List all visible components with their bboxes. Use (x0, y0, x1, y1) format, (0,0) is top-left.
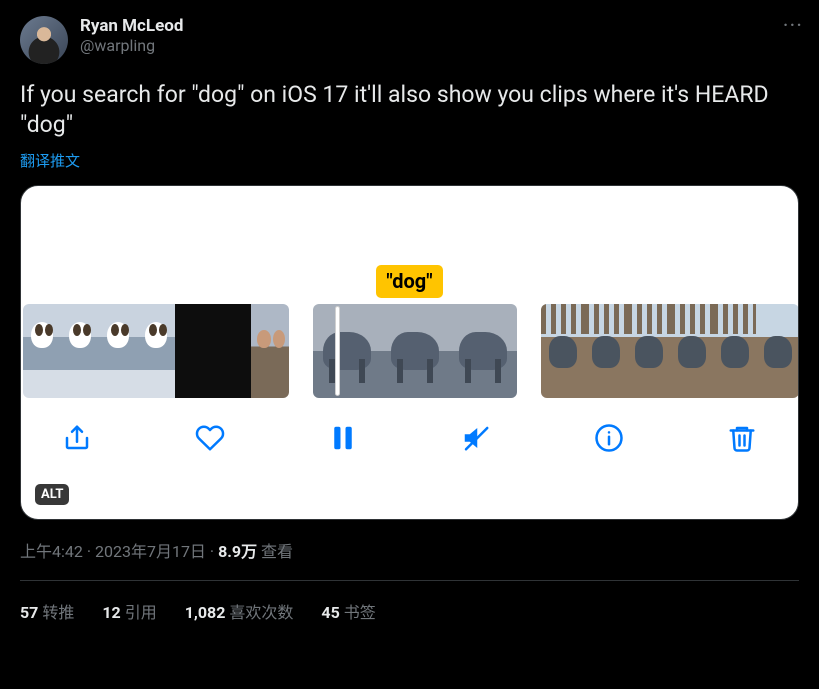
media-top-area: "dog" (21, 186, 798, 304)
info-icon[interactable] (591, 420, 627, 456)
thumbnail (449, 304, 517, 398)
highlight-pill: "dog" (376, 265, 442, 298)
date-label[interactable]: 2023年7月17日 (95, 542, 206, 561)
heart-icon[interactable] (192, 420, 228, 456)
trash-icon[interactable] (724, 420, 760, 456)
tweet-stats: 57转推 12引用 1,082喜欢次数 45书签 (20, 599, 799, 623)
clip-group-1[interactable] (23, 304, 289, 398)
thumbnail (381, 304, 449, 398)
thumbnail (61, 304, 99, 398)
clip-group-3[interactable] (541, 304, 799, 398)
thumbnail (670, 304, 713, 398)
mute-icon[interactable] (458, 420, 494, 456)
playhead[interactable] (335, 306, 340, 396)
clip-group-2[interactable] (313, 304, 517, 398)
share-icon[interactable] (59, 420, 95, 456)
thumbnail (251, 304, 289, 398)
quotes-stat[interactable]: 12引用 (102, 599, 156, 623)
pause-icon[interactable] (325, 420, 361, 456)
translate-link[interactable]: 翻译推文 (20, 150, 799, 171)
thumbnail (713, 304, 756, 398)
tweet-container: Ryan McLeod @warpling ··· If you search … (0, 0, 819, 639)
display-name: Ryan McLeod (80, 16, 183, 36)
video-timeline[interactable] (21, 304, 798, 398)
views-count: 8.9万 (218, 542, 257, 561)
thumbnail (584, 304, 627, 398)
thumbnail (541, 304, 584, 398)
user-handle: @warpling (80, 36, 183, 55)
bookmarks-stat[interactable]: 45书签 (321, 599, 375, 623)
thumbnail (137, 304, 175, 398)
thumbnail (213, 304, 251, 398)
thumbnail (627, 304, 670, 398)
thumbnail (175, 304, 213, 398)
likes-stat[interactable]: 1,082喜欢次数 (185, 599, 294, 623)
time-label[interactable]: 上午4:42 (20, 542, 83, 561)
more-options-icon[interactable]: ··· (783, 14, 803, 39)
tweet-header: Ryan McLeod @warpling (20, 16, 799, 64)
separator (20, 580, 799, 581)
media-card[interactable]: "dog" (20, 185, 799, 520)
views-label: 查看 (257, 542, 293, 561)
media-toolbar (21, 398, 798, 482)
avatar[interactable] (20, 16, 68, 64)
tweet-meta: 上午4:42 · 2023年7月17日 · 8.9万 查看 (20, 538, 799, 562)
tweet-text: If you search for "dog" on iOS 17 it'll … (20, 80, 799, 140)
thumbnail (313, 304, 381, 398)
thumbnail (756, 304, 799, 398)
retweets-stat[interactable]: 57转推 (20, 599, 74, 623)
thumbnail (23, 304, 61, 398)
user-info[interactable]: Ryan McLeod @warpling (80, 16, 183, 55)
thumbnail (99, 304, 137, 398)
alt-badge[interactable]: ALT (35, 484, 69, 505)
